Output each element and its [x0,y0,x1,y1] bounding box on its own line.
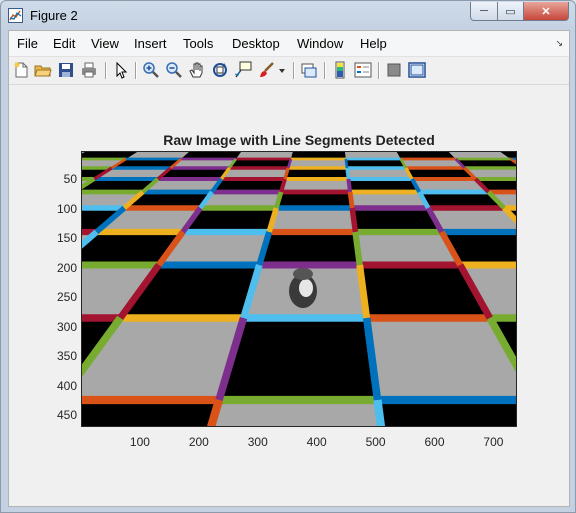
x-tick-label: 300 [247,435,268,449]
title-bar[interactable]: Figure 2 ─ ▭ ✕ [1,1,575,29]
figure-toolbar [9,57,569,85]
show-plot-tools-icon[interactable] [408,61,426,79]
menu-window[interactable]: Window [297,36,343,51]
line-segment [345,167,351,180]
y-tick-label: 200 [56,260,77,275]
plot-title: Raw Image with Line Segments Detected [163,132,435,148]
light-tile [269,208,356,232]
figure-canvas: Raw Image with Line Segments Detected 50… [9,85,569,506]
menu-overflow-icon[interactable]: ↘ [555,38,563,49]
image-axes[interactable] [81,151,517,427]
line-segment [347,191,355,209]
robot-head [293,268,313,280]
x-tick-label: 100 [129,435,150,449]
zoom-out-icon[interactable] [165,61,183,79]
zoom-in-icon[interactable] [142,61,160,79]
y-tick-label: 300 [56,319,77,334]
data-cursor-icon[interactable] [234,61,252,79]
menu-file[interactable]: File [17,36,38,51]
colorbar-icon[interactable] [331,61,349,79]
close-button[interactable]: ✕ [524,2,569,21]
new-figure-icon[interactable] [12,61,30,79]
y-tick-label: 50 [63,172,77,187]
line-segment [344,158,349,169]
line-segment [346,178,353,193]
minimize-button[interactable]: ─ [470,2,498,21]
toolbar-separator [324,62,325,79]
edit-plot-arrow-icon[interactable] [112,61,130,79]
x-tick-label: 700 [483,435,504,449]
y-tick-label: 350 [56,349,77,364]
line-segment [352,231,363,266]
menu-help[interactable]: Help [360,36,387,51]
x-tick-label: 200 [188,435,209,449]
dark-tile [259,232,360,265]
rotate-3d-icon[interactable] [211,61,229,79]
y-tick-label: 100 [56,201,77,216]
maximize-button[interactable]: ▭ [498,2,524,21]
hide-plot-tools-icon[interactable] [385,61,403,79]
x-tick-label: 500 [365,435,386,449]
menu-bar: File Edit View Insert Tools Desktop Wind… [9,31,569,57]
y-tick-label: 400 [56,378,77,393]
save-icon[interactable] [57,61,75,79]
y-tick-label: 150 [56,231,77,246]
toolbar-separator [135,62,136,79]
figure-window: Figure 2 ─ ▭ ✕ File Edit View Insert Too… [0,0,576,513]
matlab-figure-icon [8,8,23,23]
open-file-icon[interactable] [34,61,52,79]
robot-highlight [299,279,313,297]
toolbar-separator [293,62,294,79]
link-plot-icon[interactable] [300,61,318,79]
menu-desktop[interactable]: Desktop [232,36,280,51]
pan-hand-icon[interactable] [188,61,206,79]
line-segment [373,399,386,427]
menu-edit[interactable]: Edit [53,36,75,51]
x-tick-label: 400 [306,435,327,449]
y-tick-label: 250 [56,290,77,305]
brush-dropdown-icon[interactable] [277,61,287,79]
toolbar-separator [105,62,106,79]
x-tick-label: 600 [424,435,445,449]
window-title: Figure 2 [30,8,78,23]
menu-view[interactable]: View [91,36,119,51]
menu-tools[interactable]: Tools [183,36,213,51]
brush-icon[interactable] [257,61,275,79]
figure-client: File Edit View Insert Tools Desktop Wind… [8,30,570,507]
y-tick-label: 450 [56,408,77,423]
menu-insert[interactable]: Insert [134,36,167,51]
toolbar-separator [378,62,379,79]
line-segment [349,207,359,233]
legend-icon[interactable] [354,61,372,79]
print-icon[interactable] [80,61,98,79]
